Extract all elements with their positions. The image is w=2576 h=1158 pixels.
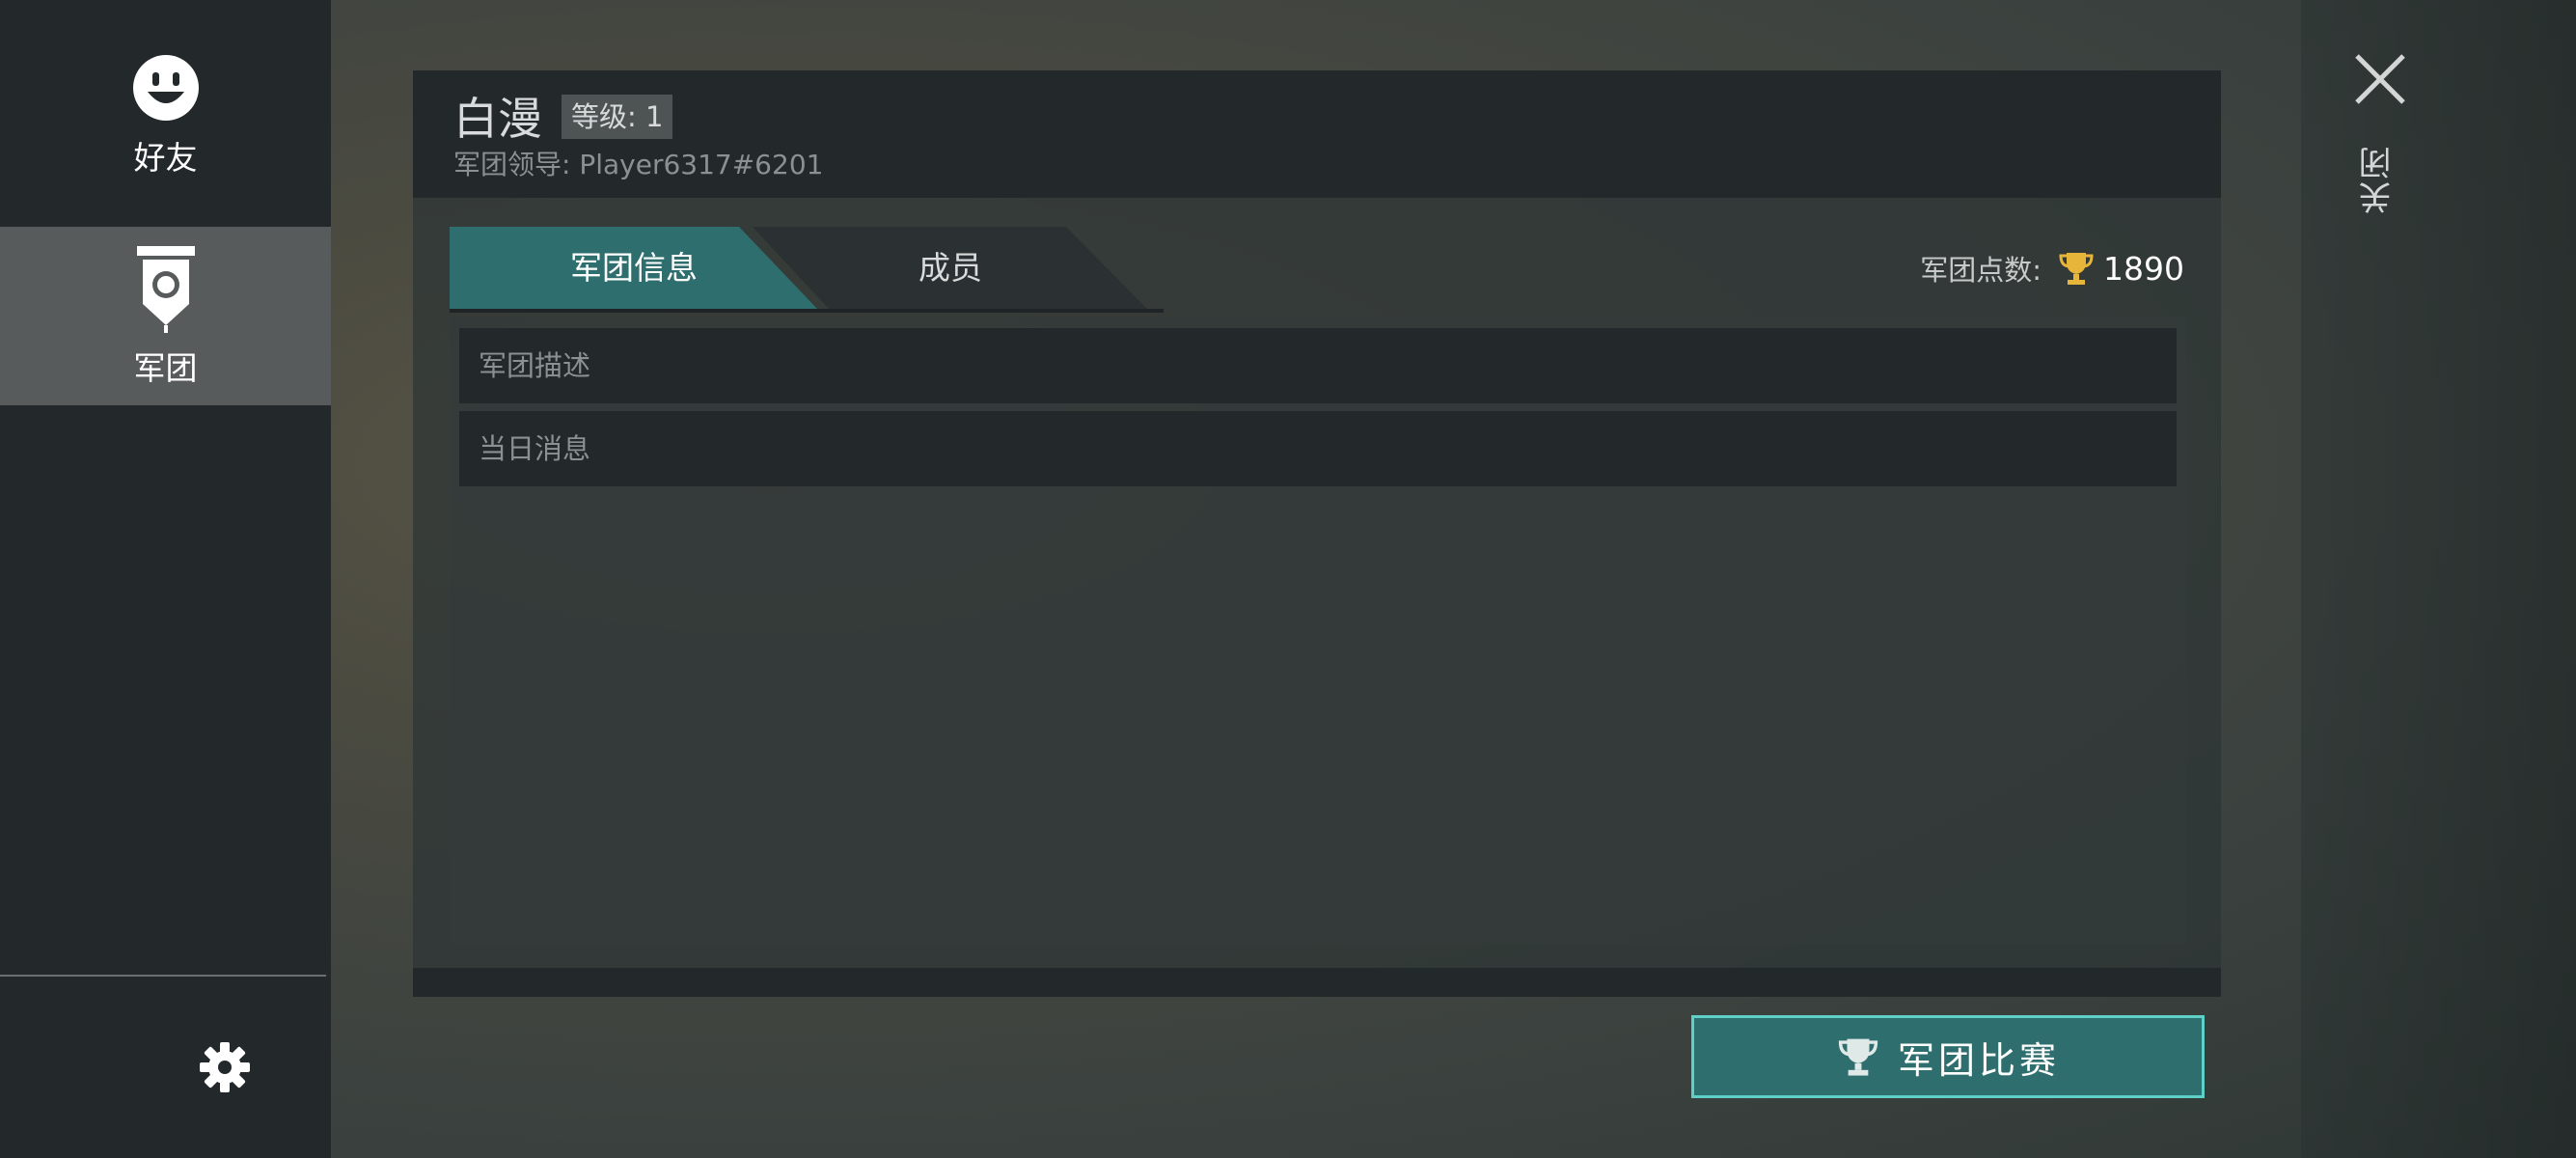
tab-members[interactable]: 成员 <box>753 227 1148 310</box>
trophy-icon <box>1838 1038 1878 1076</box>
sidebar-item-label: 军团 <box>133 348 198 387</box>
sidebar: 好友 军团 <box>0 0 331 1158</box>
trophy-icon <box>2059 253 2094 285</box>
smiley-icon <box>132 55 199 121</box>
sidebar-item-legion[interactable]: 军团 <box>0 227 331 405</box>
close-icon[interactable] <box>2351 50 2409 108</box>
points-value: 1890 <box>2103 249 2184 288</box>
daily-message-row[interactable]: 当日消息 <box>459 411 2177 486</box>
close-label[interactable]: 关闭 <box>2359 145 2401 214</box>
tab-underline <box>450 309 1164 313</box>
sidebar-item-friends[interactable]: 好友 <box>0 39 331 193</box>
legion-name: 白漫 <box>453 93 542 145</box>
gear-icon[interactable] <box>198 1040 252 1094</box>
panel-header: 白漫 等级: 1 军团领导: Player6317#6201 <box>413 70 2221 198</box>
legion-points: 军团点数: 1890 <box>1920 244 2184 292</box>
legion-description-row[interactable]: 军团描述 <box>459 328 2177 403</box>
legion-info-content: 军团描述 当日消息 <box>450 317 2186 944</box>
tab-legion-info[interactable]: 军团信息 <box>450 227 818 310</box>
legion-panel: 白漫 等级: 1 军团领导: Player6317#6201 成员 军团信息 军… <box>413 70 2221 997</box>
banner-icon <box>136 245 195 333</box>
level-badge: 等级: 1 <box>562 95 673 139</box>
points-label: 军团点数: <box>1920 254 2042 287</box>
tab-label: 军团信息 <box>570 249 698 287</box>
sidebar-divider <box>0 975 326 977</box>
tab-label: 成员 <box>918 249 982 287</box>
legion-match-button[interactable]: 军团比赛 <box>1691 1015 2205 1098</box>
legion-match-label: 军团比赛 <box>1897 1038 2060 1082</box>
legion-leader: 军团领导: Player6317#6201 <box>453 149 824 180</box>
panel-footer <box>413 968 2221 997</box>
sidebar-item-label: 好友 <box>133 139 198 177</box>
right-shade <box>2301 0 2576 1158</box>
